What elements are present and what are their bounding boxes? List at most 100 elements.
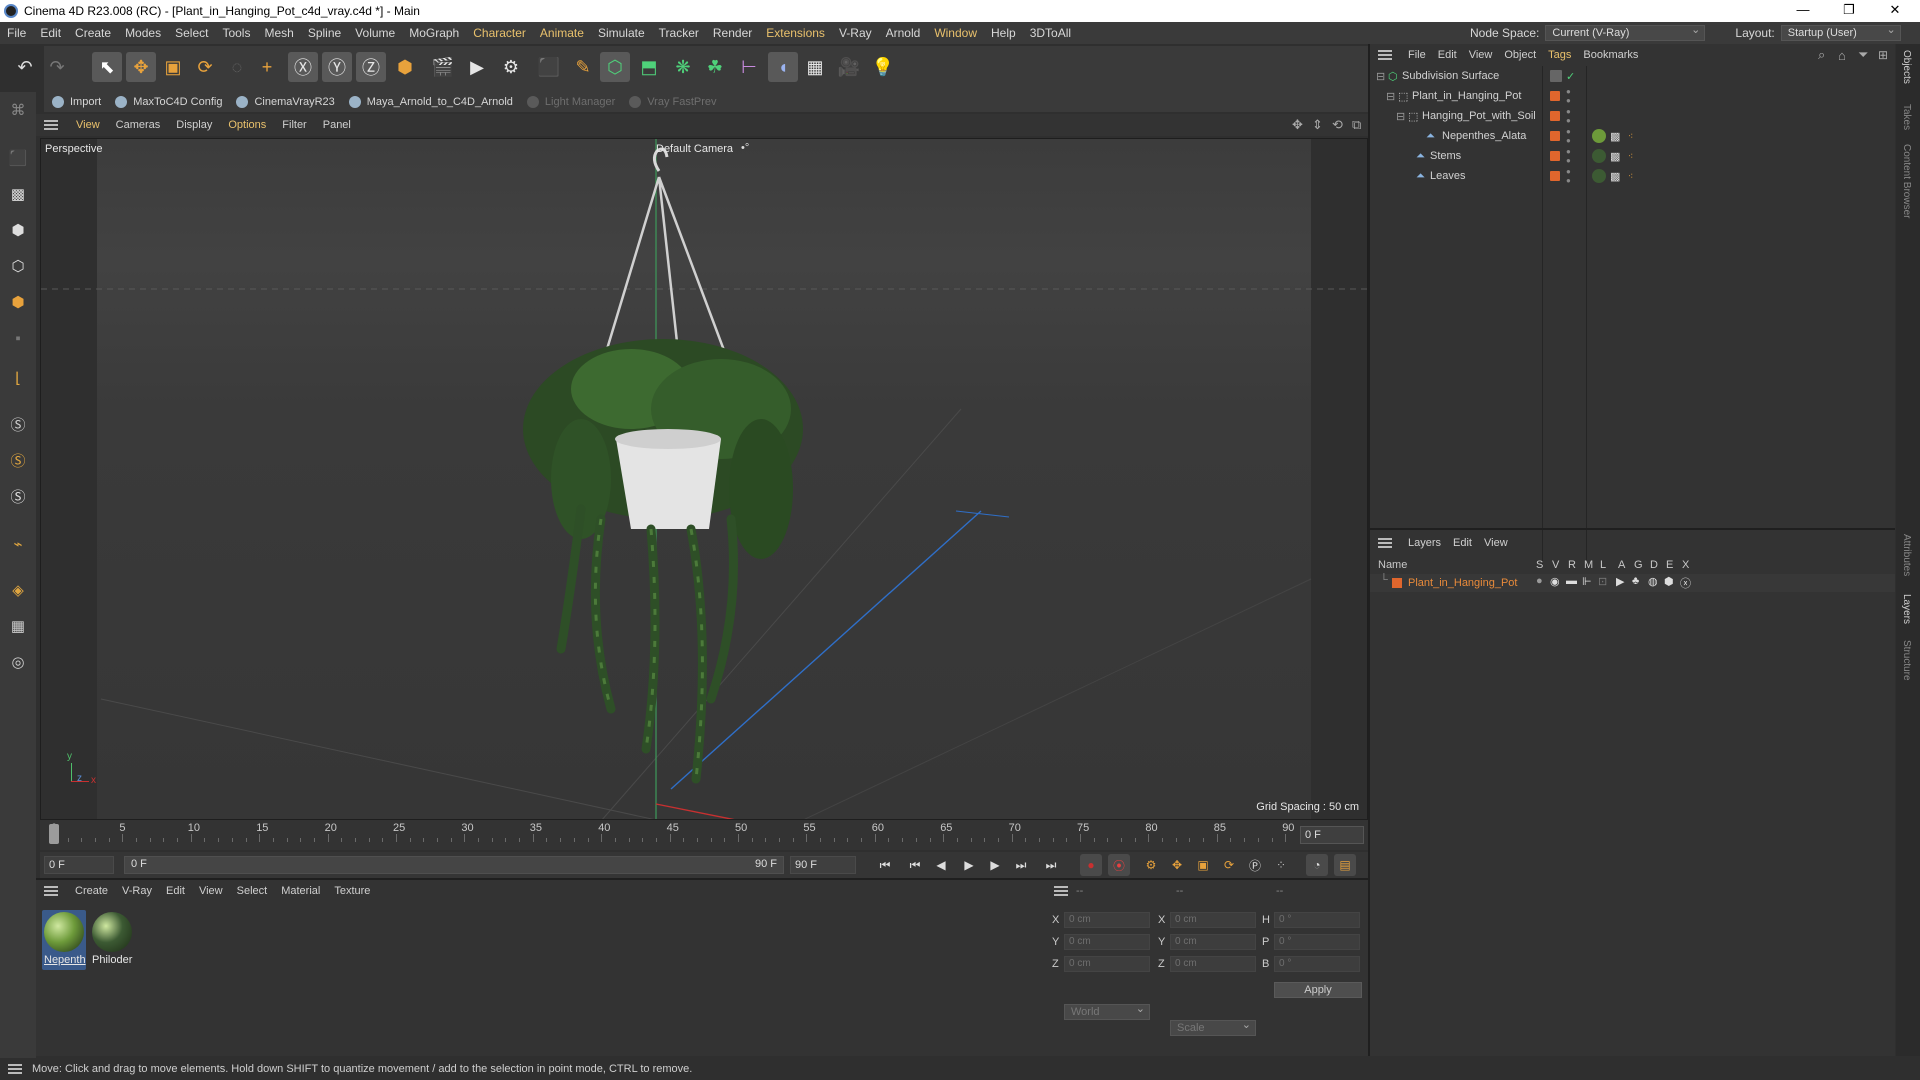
position-z-field[interactable]: 0 cm	[1064, 956, 1150, 972]
node-space-dropdown[interactable]: Current (V-Ray)	[1545, 24, 1706, 41]
maxtoc4d-config-button[interactable]: MaxToC4D Config	[115, 96, 222, 108]
key-pla-button[interactable]: ⁘	[1270, 854, 1292, 876]
render-view-button[interactable]: 🎬	[428, 52, 458, 82]
material-menu-texture[interactable]: Texture	[327, 885, 377, 897]
menu-mograph[interactable]: MoGraph	[402, 26, 466, 40]
menu-mesh[interactable]: Mesh	[257, 26, 300, 40]
rotate-view-icon[interactable]: ⟲	[1332, 117, 1343, 133]
camera-label[interactable]: Default Camera	[656, 143, 733, 155]
material-menu-view[interactable]: View	[192, 885, 230, 897]
pan-view-icon[interactable]: ✥	[1292, 117, 1303, 133]
snap-settings-button[interactable]: Ⓢ	[4, 446, 32, 474]
next-frame-button[interactable]: ▶	[984, 854, 1006, 876]
pen-button[interactable]: ✎	[568, 52, 598, 82]
material-menu-material[interactable]: Material	[274, 885, 327, 897]
redo-button[interactable]: ↷	[42, 52, 72, 82]
tree-row-stems[interactable]: ⏶ Stems ● ● ▩ ⁖	[1370, 146, 1895, 166]
collapse-icon[interactable]: ⊟	[1396, 110, 1405, 123]
visibility-dots[interactable]: ● ●	[1566, 167, 1571, 185]
lock-workplane-button[interactable]: ◎	[4, 648, 32, 676]
viewport-menu-options[interactable]: Options	[220, 119, 274, 131]
grid-button[interactable]: ▦	[4, 612, 32, 640]
menu-extensions[interactable]: Extensions	[759, 26, 832, 40]
make-editable-button[interactable]: ⌘	[4, 96, 32, 124]
key-parameter-button[interactable]: Ⓟ	[1244, 854, 1266, 876]
checker-tag-icon[interactable]: ▩	[1610, 130, 1620, 143]
menu-edit[interactable]: Edit	[33, 26, 68, 40]
filter-icon[interactable]: ⏷	[1858, 47, 1868, 63]
menu-spline[interactable]: Spline	[301, 26, 348, 40]
menu-create[interactable]: Create	[68, 26, 118, 40]
field-button[interactable]: ◖	[768, 52, 798, 82]
size-mode-dropdown[interactable]: Scale	[1170, 1019, 1256, 1036]
new-panel-icon[interactable]: ⊞	[1878, 48, 1888, 62]
viewport-menu-cameras[interactable]: Cameras	[108, 119, 169, 131]
object-menu-edit[interactable]: Edit	[1432, 49, 1463, 61]
subdivision-button[interactable]: ⬡	[600, 52, 630, 82]
y-axis-button[interactable]: Ⓨ	[322, 52, 352, 82]
material-menu-select[interactable]: Select	[230, 885, 275, 897]
menu-simulate[interactable]: Simulate	[591, 26, 652, 40]
hanging-pot-model[interactable]	[523, 147, 803, 784]
extrude-button[interactable]: ⬒	[634, 52, 664, 82]
layers-menu-edit[interactable]: Edit	[1447, 537, 1478, 549]
light-button[interactable]: 💡	[868, 52, 898, 82]
vray-tag-icon[interactable]: ⁖	[1628, 171, 1633, 182]
menu-tracker[interactable]: Tracker	[652, 26, 706, 40]
axis-mode-button[interactable]: ⌊	[4, 364, 32, 392]
tab-layers[interactable]: Layers	[1901, 594, 1912, 624]
size-y-field[interactable]: 0 cm	[1170, 934, 1256, 950]
timeline-window-button[interactable]: ▤	[1334, 854, 1356, 876]
viewport-menu-display[interactable]: Display	[168, 119, 220, 131]
uv-mode-button[interactable]: ▪	[4, 324, 32, 352]
minimize-button[interactable]: —	[1780, 0, 1826, 22]
x-axis-button[interactable]: Ⓧ	[288, 52, 318, 82]
tree-row-hanging-pot-with-soil[interactable]: ⊟ ⬚ Hanging_Pot_with_Soil ● ●	[1370, 106, 1895, 126]
tree-row-nepenthes-alata[interactable]: ⏶ Nepenthes_Alata ● ● ▩ ⁖	[1370, 126, 1895, 146]
cube-button[interactable]: ⬛	[534, 52, 564, 82]
xref-icon[interactable]: ⓧ	[1680, 575, 1691, 591]
coords-menu-icon[interactable]	[1054, 886, 1068, 896]
menu-modes[interactable]: Modes	[118, 26, 168, 40]
live-selection-button[interactable]: ⬉	[92, 52, 122, 82]
menu-volume[interactable]: Volume	[348, 26, 402, 40]
tab-content-browser[interactable]: Content Browser	[1901, 144, 1912, 218]
rotation-p-field[interactable]: 0 °	[1274, 934, 1360, 950]
eye-icon[interactable]: ◉	[1550, 575, 1560, 588]
home-icon[interactable]: ⌂	[1838, 48, 1846, 63]
deformer-layer-icon[interactable]: ◍	[1648, 575, 1658, 588]
menu-render[interactable]: Render	[706, 26, 759, 40]
collapse-icon[interactable]: ⊟	[1386, 90, 1395, 103]
model-mode-button[interactable]: ⬛	[4, 144, 32, 172]
checker-tag-icon[interactable]: ▩	[1610, 170, 1620, 183]
polygon-mode-button[interactable]: ⬢	[4, 288, 32, 316]
vray-tag-icon[interactable]: ⁖	[1628, 151, 1633, 162]
render-icon[interactable]: ▬	[1566, 575, 1577, 587]
scale-tool-button[interactable]: ▣	[158, 52, 188, 82]
visibility-dots[interactable]: ● ●	[1566, 107, 1571, 125]
checker-tag-icon[interactable]: ▩	[1610, 150, 1620, 163]
size-z-field[interactable]: 0 cm	[1170, 956, 1256, 972]
undo-button[interactable]: ↶	[10, 52, 40, 82]
texture-mode-button[interactable]: ▩	[4, 180, 32, 208]
material-tag-icon[interactable]	[1592, 129, 1606, 143]
timeline-ruler[interactable]: 051015202530354045505560657075808590 0 F	[40, 820, 1368, 850]
record-button[interactable]: ●	[1080, 854, 1102, 876]
material-menu-edit[interactable]: Edit	[159, 885, 192, 897]
menu-animate[interactable]: Animate	[533, 26, 591, 40]
edge-mode-button[interactable]: ⬡	[4, 252, 32, 280]
layer-color-dot[interactable]	[1550, 91, 1560, 101]
menu-arnold[interactable]: Arnold	[879, 26, 928, 40]
current-frame-field[interactable]: 0 F	[1300, 826, 1364, 844]
vray-tag-icon[interactable]: ⁖	[1628, 131, 1633, 142]
workplane-button[interactable]: ◈	[4, 576, 32, 604]
lock-icon[interactable]: ⊡	[1598, 575, 1607, 588]
tree-row-plant-in-hanging-pot[interactable]: ⊟ ⬚ Plant_in_Hanging_Pot ● ●	[1370, 86, 1895, 106]
object-menu-object[interactable]: Object	[1498, 49, 1542, 61]
camera-button[interactable]: 🎥	[834, 52, 864, 82]
viewport-menu-icon[interactable]	[44, 120, 58, 130]
coordinate-space-dropdown[interactable]: World	[1064, 1003, 1150, 1020]
layer-toggle[interactable]	[1550, 70, 1562, 82]
range-slider[interactable]: 0 F 90 F	[124, 856, 784, 874]
motion-system-button[interactable]: ◔	[1306, 854, 1328, 876]
